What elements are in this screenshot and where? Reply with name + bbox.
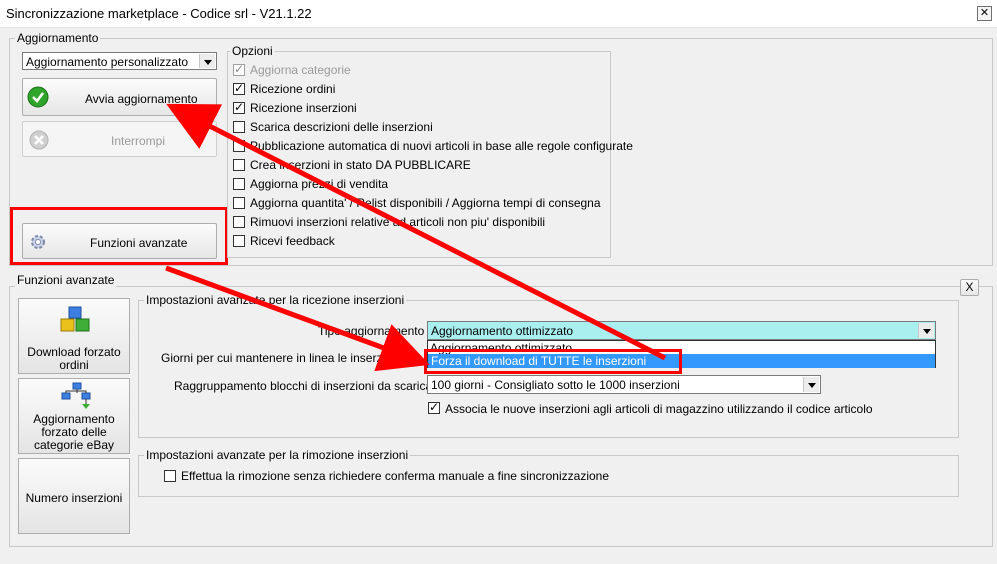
download-forced-orders-line2: ordini — [59, 358, 89, 372]
raggruppamento-combo[interactable]: 100 giorni - Consigliato sotto le 1000 i… — [427, 375, 821, 394]
opzione-label-4: Pubblicazione automatica di nuovi artico… — [250, 139, 633, 153]
window-close-button[interactable]: ✕ — [977, 6, 992, 21]
boxes-icon — [59, 305, 93, 337]
effettua-rimozione-checkbox[interactable] — [164, 470, 176, 482]
opzione-label-8: Rimuovi inserzioni relative ad articoli … — [250, 215, 546, 229]
chevron-down-icon[interactable] — [918, 323, 934, 338]
download-forced-orders-button[interactable]: Download forzato ordini — [18, 298, 130, 374]
opzione-label-5: Crea inserzioni in stato DA PUBBLICARE — [250, 158, 471, 172]
stop-button[interactable]: Interrompi — [22, 121, 217, 157]
forced-category-update-line3: categorie eBay — [33, 438, 115, 452]
stop-gear-icon — [28, 129, 50, 151]
opzione-checkbox-9[interactable] — [233, 235, 245, 247]
effettua-rimozione-label: Effettua la rimozione senza richiedere c… — [181, 469, 610, 483]
opzione-checkbox-4[interactable] — [233, 140, 245, 152]
opzione-checkbox-5[interactable] — [233, 159, 245, 171]
rimozione-legend: Impostazioni avanzate per la rimozione i… — [144, 448, 411, 462]
chevron-down-icon[interactable] — [803, 377, 819, 392]
forced-category-update-button[interactable]: Aggiornamento forzato delle categorie eB… — [18, 378, 130, 454]
listing-count-label: Numero inserzioni — [25, 491, 123, 505]
listing-count-button[interactable]: Numero inserzioni — [18, 458, 130, 534]
stop-label: Interrompi — [111, 134, 166, 148]
opzione-checkbox-7[interactable] — [233, 197, 245, 209]
window-title: Sincronizzazione marketplace - Codice sr… — [6, 6, 312, 21]
funzioni-avanzate-legend: Funzioni avanzate — [15, 273, 117, 287]
start-update-label: Avvia aggiornamento — [85, 92, 198, 106]
opzione-checkbox-0 — [233, 62, 245, 76]
highlight-dropdown-option — [424, 349, 682, 374]
opzione-label-0: Aggiorna categorie — [250, 63, 351, 77]
start-update-button[interactable]: Avvia aggiornamento — [22, 78, 217, 116]
opzione-checkbox-8[interactable] — [233, 216, 245, 228]
opzione-label-2: Ricezione inserzioni — [250, 101, 357, 115]
tree-icon — [60, 382, 92, 412]
tipo-aggiornamento-combo[interactable]: Aggiornamento ottimizzato — [427, 321, 936, 340]
opzioni-legend: Opzioni — [230, 44, 275, 58]
highlight-advanced-button — [10, 207, 228, 265]
opzione-label-1: Ricezione ordini — [250, 82, 336, 96]
check-circle-icon — [27, 86, 49, 108]
associa-checkbox[interactable] — [428, 400, 440, 414]
opzione-label-3: Scarica descrizioni delle inserzioni — [250, 120, 433, 134]
tipo-aggiornamento-value: Aggiornamento ottimizzato — [431, 324, 574, 338]
giorni-label: Giorni per cui mantenere in linea le ins… — [161, 351, 409, 365]
aggiornamento-legend: Aggiornamento — [15, 31, 101, 45]
opzione-label-9: Ricevi feedback — [250, 234, 335, 248]
opzione-checkbox-3[interactable] — [233, 121, 245, 133]
update-mode-value: Aggiornamento personalizzato — [26, 55, 189, 69]
raggruppamento-label: Raggruppamento blocchi di inserzioni da … — [174, 379, 450, 393]
opzione-checkbox-1[interactable] — [233, 81, 245, 95]
update-mode-combo[interactable]: Aggiornamento personalizzato — [22, 52, 217, 70]
chevron-down-icon[interactable] — [199, 54, 215, 68]
title-bar: Sincronizzazione marketplace - Codice sr… — [0, 0, 997, 28]
opzione-label-6: Aggiorna prezzi di vendita — [250, 177, 389, 191]
raggruppamento-value: 100 giorni - Consigliato sotto le 1000 i… — [431, 378, 680, 392]
associa-label: Associa le nuove inserzioni agli articol… — [445, 402, 873, 416]
opzione-checkbox-2[interactable] — [233, 100, 245, 114]
close-advanced-button[interactable]: X — [960, 279, 979, 296]
tipo-aggiornamento-label: Tipo aggiornamento : — [318, 324, 431, 338]
ricezione-legend: Impostazioni avanzate per la ricezione i… — [144, 293, 407, 307]
opzione-label-7: Aggiorna quantita' / Relist disponibili … — [250, 196, 601, 210]
opzione-checkbox-6[interactable] — [233, 178, 245, 190]
